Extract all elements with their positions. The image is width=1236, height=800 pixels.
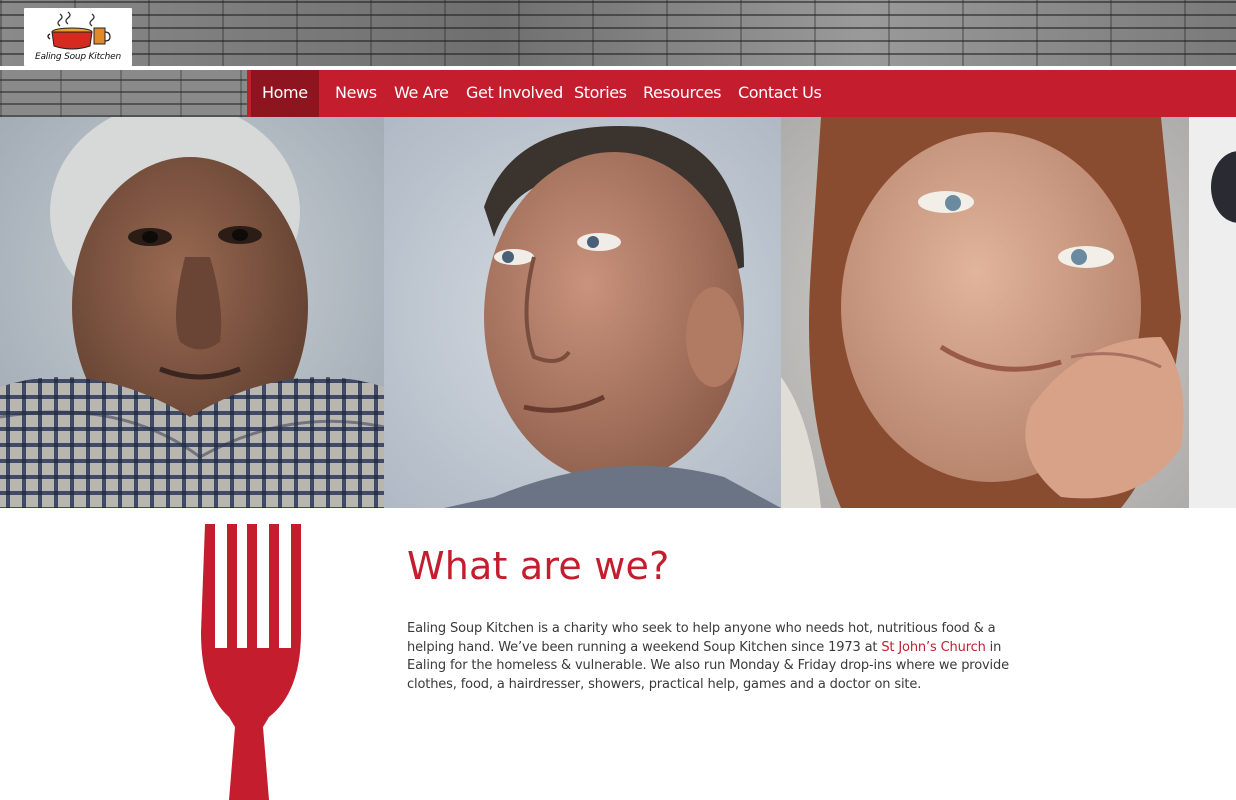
- nav-item-stories[interactable]: Stories: [574, 70, 627, 117]
- st-johns-church-link[interactable]: St John’s Church: [881, 640, 986, 655]
- hero-photo-strip: [0, 117, 1236, 508]
- portrait-elderly-woman: [0, 117, 384, 508]
- nav-item-news[interactable]: News: [335, 70, 377, 117]
- logo-text: Ealing Soup Kitchen: [34, 52, 121, 62]
- main-nav: Home News We Are Get Involved Stories Re…: [247, 70, 1236, 117]
- portrait-partial: [1189, 117, 1236, 508]
- soup-pot-icon: [47, 11, 111, 50]
- fork-icon: [201, 524, 301, 800]
- section-title: What are we?: [407, 544, 670, 588]
- nav-item-we-are[interactable]: We Are: [394, 70, 449, 117]
- nav-item-contact-us[interactable]: Contact Us: [738, 70, 822, 117]
- portrait-man: [384, 117, 781, 508]
- nav-brick-background: [0, 70, 247, 117]
- portrait-smiling-woman: [781, 117, 1189, 508]
- site-logo[interactable]: Ealing Soup Kitchen: [24, 8, 132, 66]
- nav-item-get-involved[interactable]: Get Involved: [466, 70, 563, 117]
- nav-item-home[interactable]: Home: [251, 70, 319, 117]
- nav-item-resources[interactable]: Resources: [643, 70, 722, 117]
- intro-paragraph: Ealing Soup Kitchen is a charity who see…: [407, 620, 1037, 694]
- header-banner: [0, 0, 1236, 68]
